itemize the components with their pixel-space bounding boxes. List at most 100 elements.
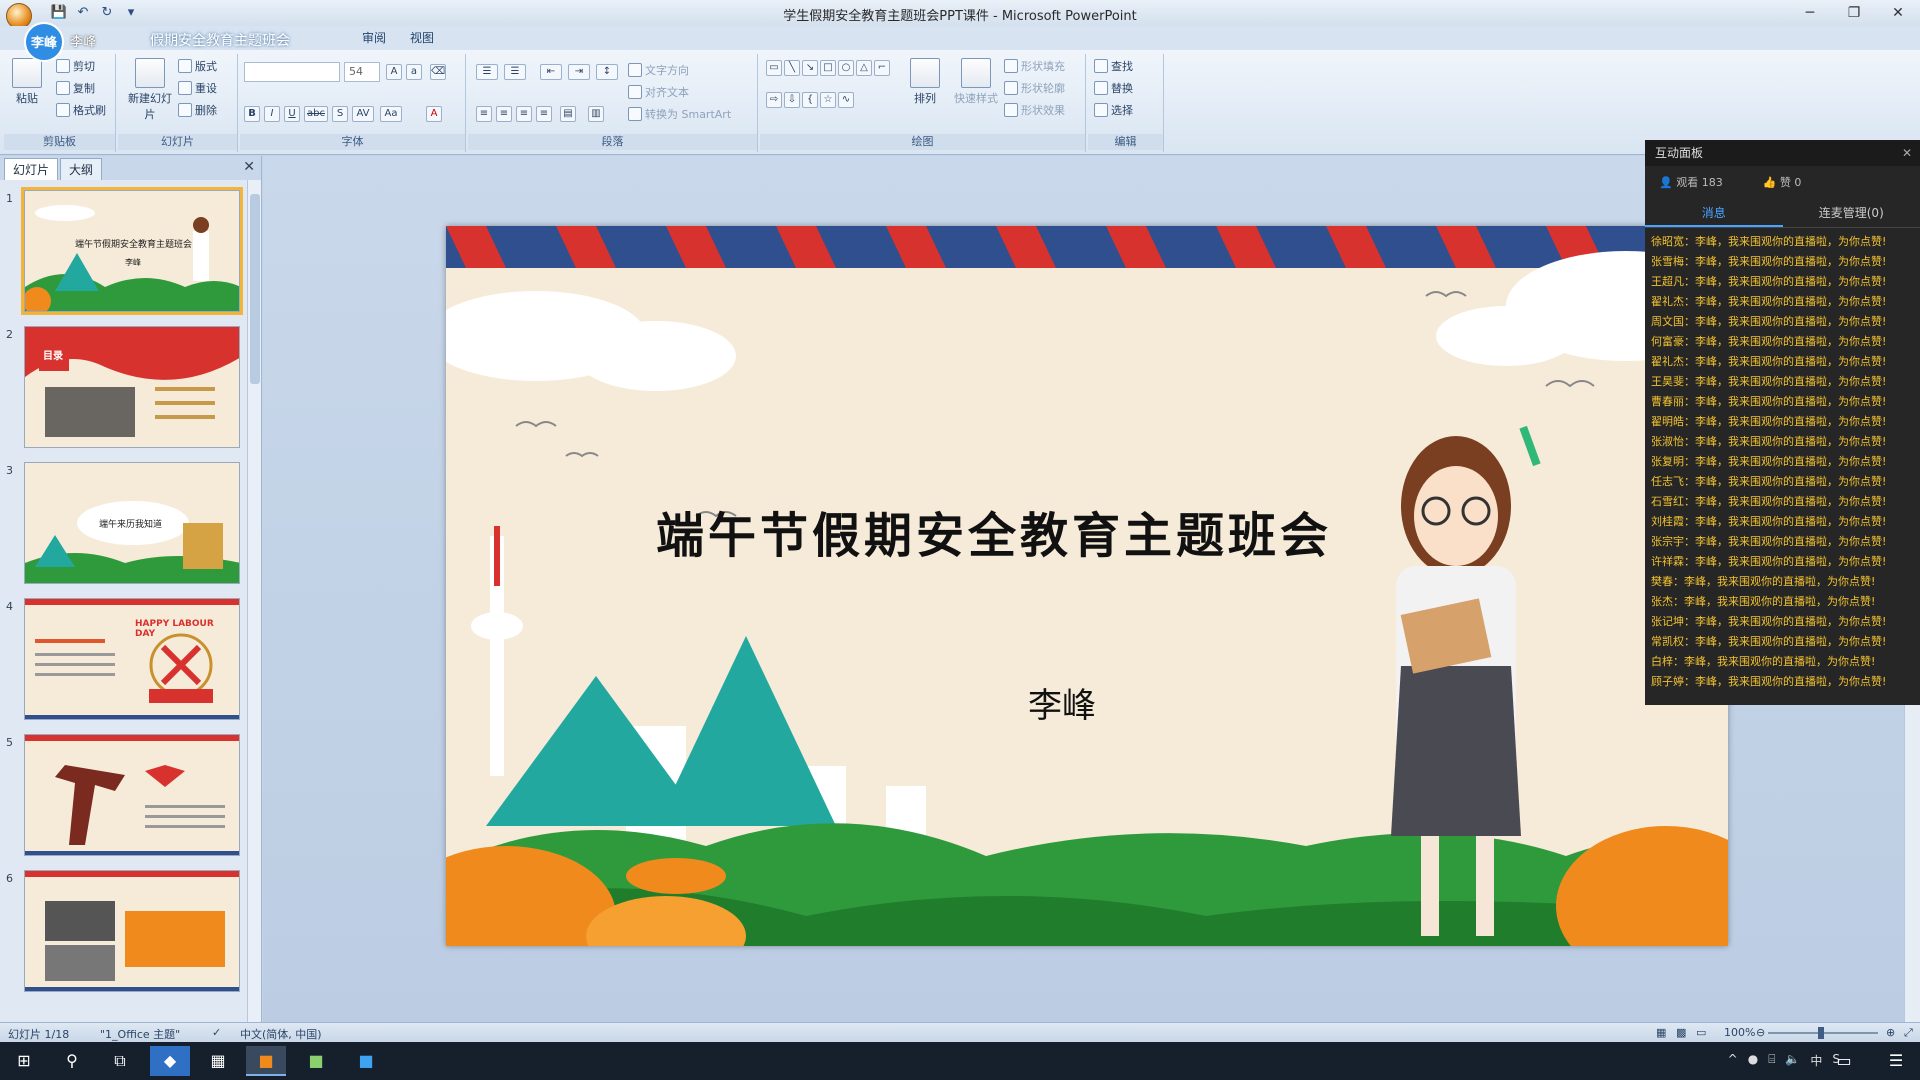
right-arrow-shape-icon[interactable]: ⇨: [766, 92, 782, 108]
strikethrough-button[interactable]: abc: [304, 106, 328, 122]
fit-slide-icon[interactable]: ⤢: [1904, 1026, 1913, 1040]
format-painter-button[interactable]: 格式刷: [56, 102, 106, 118]
tab-outline[interactable]: 大纲: [60, 158, 103, 180]
text-direction-button[interactable]: 文字方向: [628, 62, 689, 78]
copy-button[interactable]: 复制: [56, 80, 95, 96]
zoom-level[interactable]: 100%: [1724, 1026, 1755, 1039]
layout-button[interactable]: 版式: [178, 58, 217, 74]
slide-thumbnail-row[interactable]: 3 端午来历我知道: [0, 462, 248, 590]
slide-thumbnail-row[interactable]: 2 目录: [0, 326, 248, 454]
current-slide[interactable]: 端午节假期安全教育主题班会 李峰: [446, 226, 1728, 946]
sorter-view-icon[interactable]: ▩: [1676, 1026, 1686, 1039]
zoom-in-icon[interactable]: ⊕: [1886, 1026, 1895, 1039]
arrow-shape-icon[interactable]: ↘: [802, 60, 818, 76]
scrollbar-thumb[interactable]: [250, 194, 260, 384]
numbering-icon[interactable]: ☰: [504, 64, 526, 80]
shape-outline-button[interactable]: 形状轮廓: [1004, 80, 1065, 96]
tab-slides[interactable]: 幻灯片: [4, 158, 59, 180]
slide-author[interactable]: 李峰: [1028, 678, 1096, 727]
app-icon-calculator[interactable]: ▦: [198, 1046, 238, 1076]
clear-format-icon[interactable]: ⌫: [430, 64, 446, 80]
shape-fill-button[interactable]: 形状填充: [1004, 58, 1065, 74]
quick-styles-button[interactable]: 快速样式: [954, 58, 998, 106]
align-left-icon[interactable]: ≡: [476, 106, 492, 122]
slide-thumbnail[interactable]: 端午来历我知道: [24, 462, 240, 584]
font-color-button[interactable]: A: [426, 106, 442, 122]
slide-thumbnail[interactable]: 端午节假期安全教育主题班会 李峰: [21, 187, 243, 315]
smartart-button[interactable]: 转换为 SmartArt: [628, 106, 731, 122]
tray-chevron-icon[interactable]: ^: [1728, 1052, 1738, 1069]
align-right-icon[interactable]: ≡: [516, 106, 532, 122]
line-shape-icon[interactable]: ╲: [784, 60, 800, 76]
tab-messages[interactable]: 消息: [1645, 198, 1783, 227]
find-button[interactable]: 查找: [1094, 58, 1133, 74]
slide-thumbnail[interactable]: [24, 734, 240, 856]
replace-button[interactable]: 替换: [1094, 80, 1133, 96]
tab-review[interactable]: 审阅: [350, 26, 398, 50]
textbox-shape-icon[interactable]: ▭: [766, 60, 782, 76]
align-text-button[interactable]: 对齐文本: [628, 84, 689, 100]
shrink-font-icon[interactable]: a: [406, 64, 422, 80]
tab-view[interactable]: 视图: [398, 26, 446, 50]
slide-thumbnail[interactable]: 目录: [24, 326, 240, 448]
brace-shape-icon[interactable]: {: [802, 92, 818, 108]
arrange-button[interactable]: 排列: [910, 58, 940, 106]
slide-thumbnail-row[interactable]: 4 HAPPY LABOUR DAY: [0, 598, 248, 726]
app-icon-green[interactable]: ■: [296, 1046, 336, 1076]
char-spacing-button[interactable]: AV: [352, 106, 374, 122]
paste-button[interactable]: 粘贴: [12, 58, 42, 106]
network-icon[interactable]: ⌸: [1768, 1052, 1775, 1069]
pane-close-icon[interactable]: ✕: [243, 159, 255, 175]
columns-icon[interactable]: ▥: [588, 106, 604, 122]
task-view-icon[interactable]: ⧉: [100, 1046, 140, 1076]
increase-indent-icon[interactable]: ⇥: [568, 64, 590, 80]
distribute-icon[interactable]: ▤: [560, 106, 576, 122]
close-icon[interactable]: ✕: [1902, 140, 1912, 166]
maximize-button[interactable]: ❐: [1832, 0, 1876, 26]
windows-start-icon[interactable]: ⊞: [4, 1046, 44, 1076]
slide-thumbnail-row[interactable]: 1 端午节假期安全教育主题班会 李峰: [0, 187, 248, 318]
slide-title[interactable]: 端午节假期安全教育主题班会: [446, 496, 1728, 566]
shadow-button[interactable]: S: [332, 106, 348, 122]
curve-shape-icon[interactable]: ∿: [838, 92, 854, 108]
bullets-icon[interactable]: ☰: [476, 64, 498, 80]
slide-thumbnail-row[interactable]: 5: [0, 734, 248, 862]
grow-font-icon[interactable]: A: [386, 64, 402, 80]
slide-thumbnail[interactable]: [24, 870, 240, 992]
new-slide-button[interactable]: 新建幻灯片: [126, 58, 174, 122]
reset-button[interactable]: 重设: [178, 80, 217, 96]
zoom-out-icon[interactable]: ⊖: [1756, 1026, 1765, 1039]
app-icon-browser[interactable]: ◆: [150, 1046, 190, 1076]
rect-shape-icon[interactable]: □: [820, 60, 836, 76]
bold-button[interactable]: B: [244, 106, 260, 122]
spellcheck-icon[interactable]: ✓: [212, 1026, 221, 1039]
decrease-indent-icon[interactable]: ⇤: [540, 64, 562, 80]
underline-button[interactable]: U: [284, 106, 300, 122]
cut-button[interactable]: 剪切: [56, 58, 95, 74]
down-arrow-shape-icon[interactable]: ⇩: [784, 92, 800, 108]
ime-icon[interactable]: 中: [1810, 1052, 1822, 1069]
align-center-icon[interactable]: ≡: [496, 106, 512, 122]
justify-icon[interactable]: ≡: [536, 106, 552, 122]
action-center-icon[interactable]: ☰: [1876, 1046, 1916, 1076]
font-name-box[interactable]: [244, 62, 340, 82]
slideshow-view-icon[interactable]: ▭: [1696, 1026, 1706, 1039]
oval-shape-icon[interactable]: ○: [838, 60, 854, 76]
tray-app-icon[interactable]: ●: [1748, 1052, 1758, 1069]
normal-view-icon[interactable]: ▦: [1656, 1026, 1666, 1039]
tab-connect-management[interactable]: 连麦管理(0): [1783, 198, 1920, 227]
delete-slide-button[interactable]: 删除: [178, 102, 217, 118]
italic-button[interactable]: I: [264, 106, 280, 122]
font-size-box[interactable]: 54: [344, 62, 380, 82]
language-status[interactable]: 中文(简体, 中国): [240, 1026, 322, 1042]
notification-icon[interactable]: ▭: [1824, 1046, 1864, 1076]
star-shape-icon[interactable]: ☆: [820, 92, 836, 108]
change-case-button[interactable]: Aa: [380, 106, 402, 122]
slide-thumbnail[interactable]: HAPPY LABOUR DAY: [24, 598, 240, 720]
shapes-gallery[interactable]: ▭ ╲ ↘ □ ○ △ ⌐ ⇨ ⇩ { ☆ ∿: [766, 60, 906, 122]
minimize-button[interactable]: ─: [1788, 0, 1832, 26]
user-avatar[interactable]: 李峰: [24, 22, 64, 62]
message-list[interactable]: 徐昭宽：李峰，我来围观你的直播啦，为你点赞! 张雪梅：李峰，我来围观你的直播啦，为…: [1645, 228, 1920, 696]
select-button[interactable]: 选择: [1094, 102, 1133, 118]
app-icon-blue[interactable]: ■: [346, 1046, 386, 1076]
